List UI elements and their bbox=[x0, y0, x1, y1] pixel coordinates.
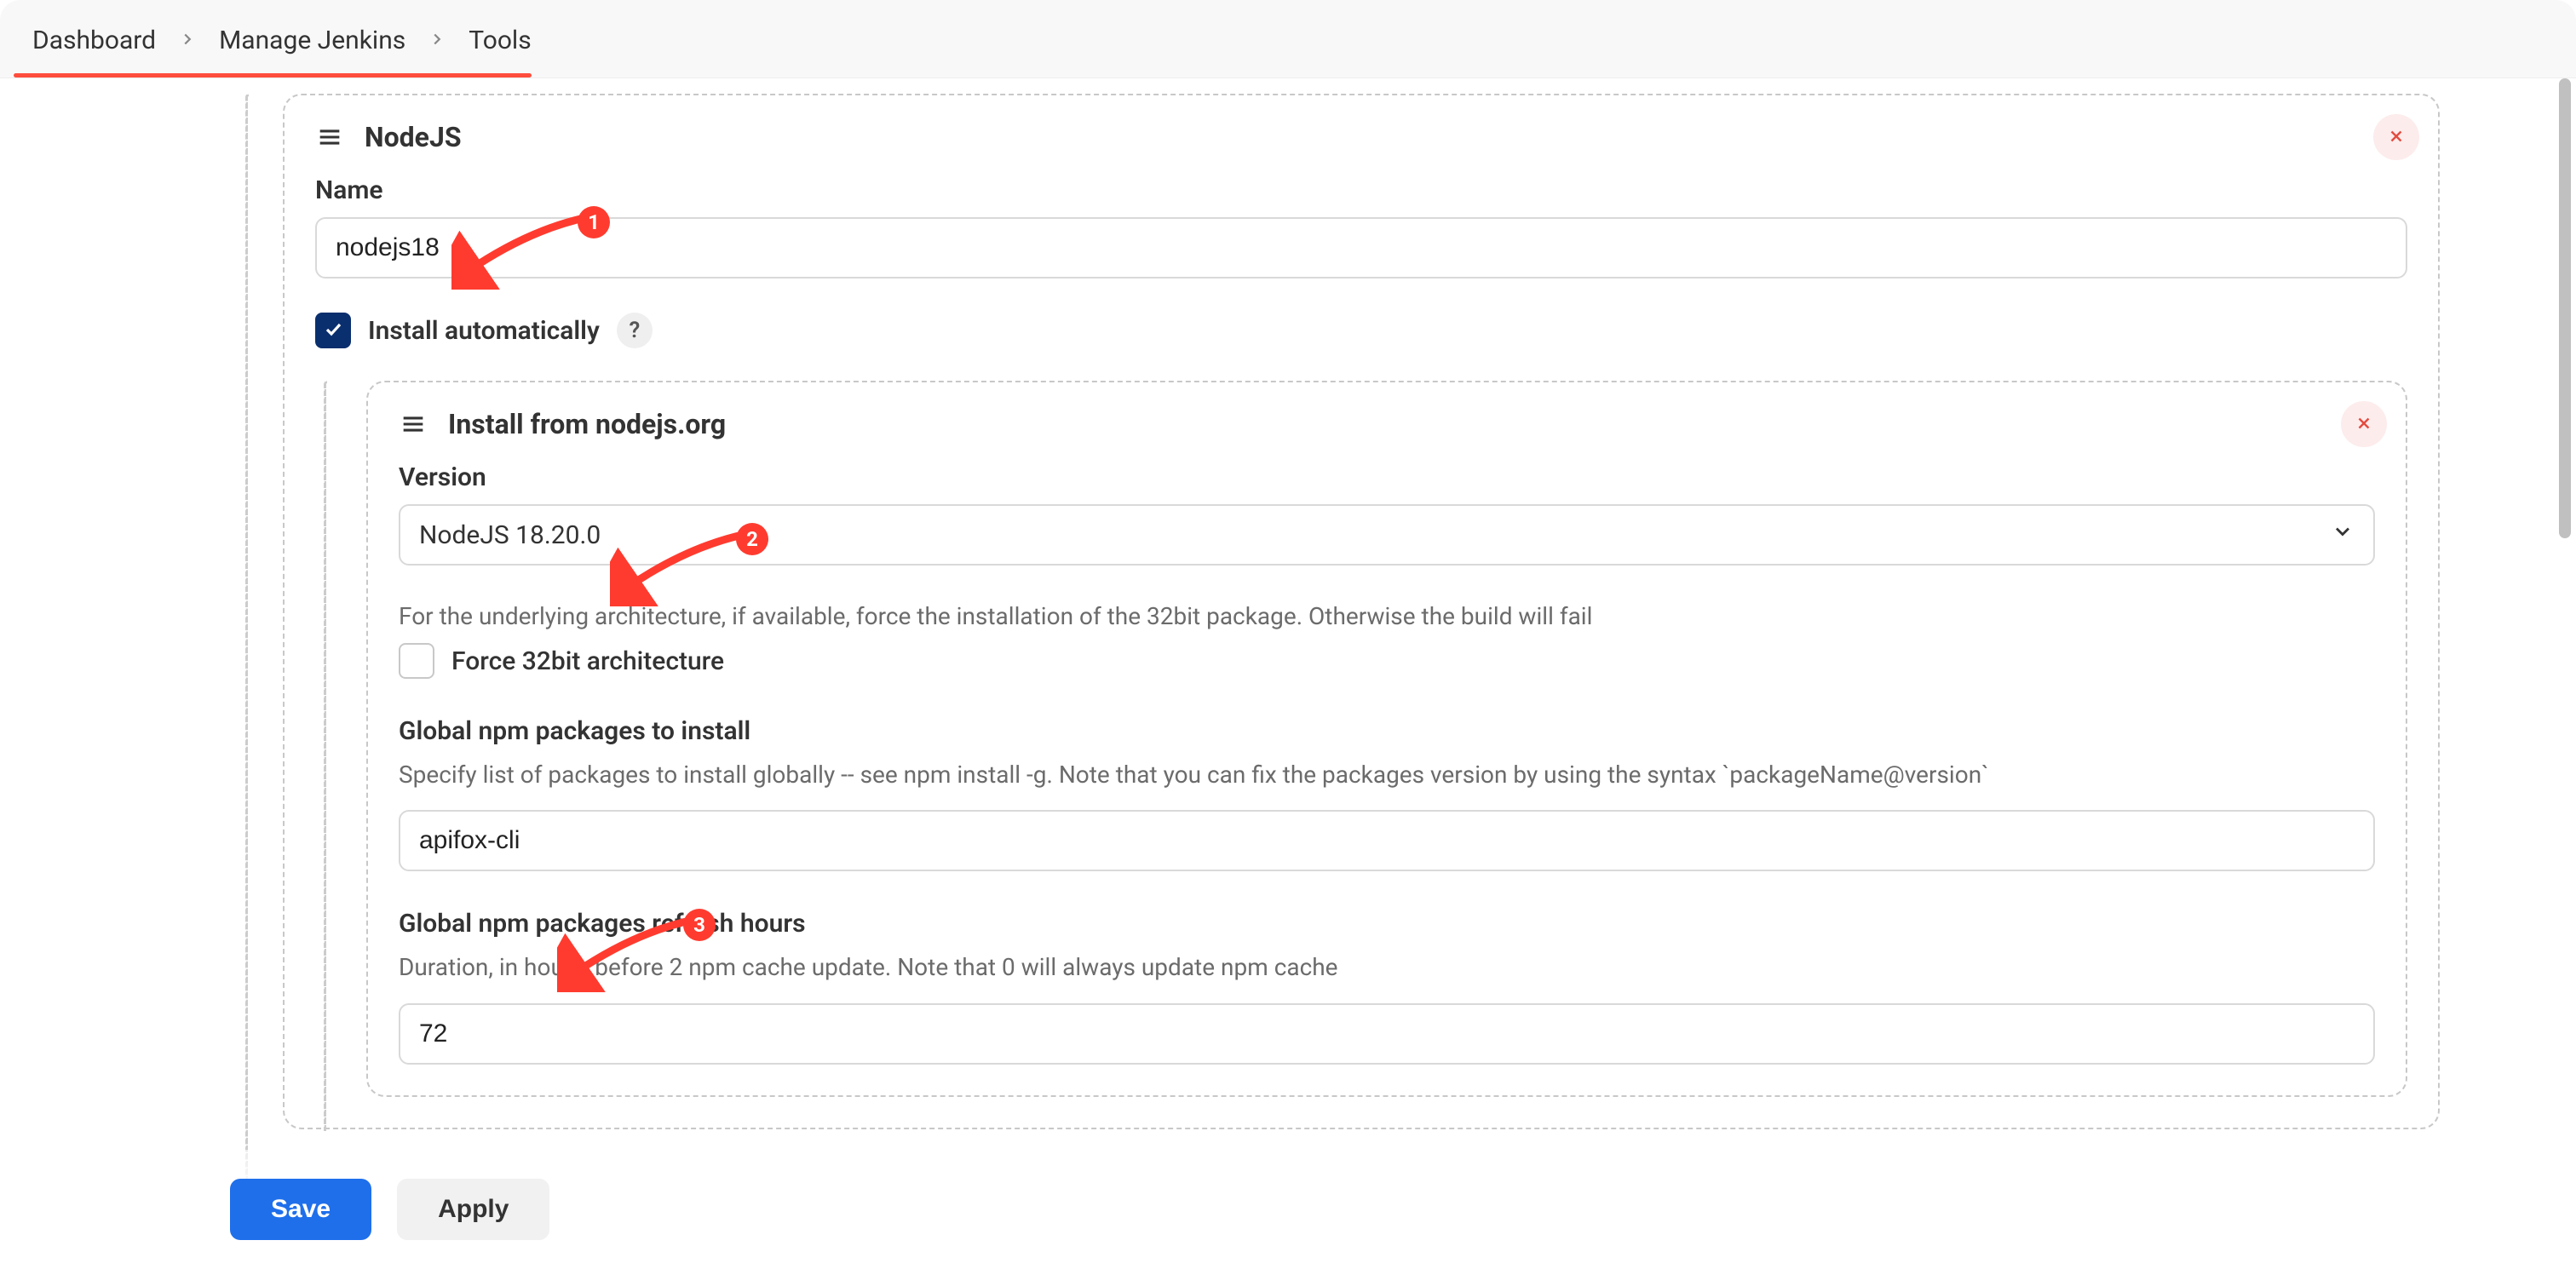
global-packages-label: Global npm packages to install bbox=[399, 716, 2375, 746]
global-packages-input[interactable] bbox=[399, 810, 2375, 871]
close-icon bbox=[2355, 411, 2373, 439]
force32-label: Force 32bit architecture bbox=[451, 646, 724, 676]
remove-nodejs-button[interactable] bbox=[2373, 114, 2419, 160]
force32-help-text: For the underlying architecture, if avai… bbox=[399, 600, 2375, 633]
vertical-scrollbar[interactable] bbox=[2559, 78, 2571, 538]
global-packages-help: Specify list of packages to install glob… bbox=[399, 758, 2375, 791]
save-button[interactable]: Save bbox=[230, 1179, 371, 1240]
breadcrumb-active-underline bbox=[14, 73, 532, 78]
refresh-hours-label: Global npm packages refresh hours bbox=[399, 909, 2375, 939]
name-input[interactable] bbox=[315, 217, 2407, 278]
refresh-hours-help: Duration, in hours, before 2 npm cache u… bbox=[399, 950, 2375, 984]
remove-installer-button[interactable] bbox=[2341, 401, 2387, 447]
check-icon bbox=[323, 317, 343, 345]
main-content: NodeJS Name Install automatically ? bbox=[249, 94, 2440, 1184]
force32-row: Force 32bit architecture bbox=[399, 643, 2375, 679]
card-header: NodeJS bbox=[315, 121, 2407, 153]
force32-checkbox[interactable] bbox=[399, 643, 434, 679]
version-select[interactable]: NodeJS 18.20.0 bbox=[399, 504, 2375, 566]
install-auto-help-button[interactable]: ? bbox=[617, 313, 653, 348]
breadcrumb-tools[interactable]: Tools bbox=[453, 0, 546, 78]
version-label: Version bbox=[399, 462, 2375, 492]
install-auto-label: Install automatically bbox=[368, 316, 600, 346]
installer-card: Install from nodejs.org Version NodeJS 1… bbox=[366, 381, 2407, 1097]
footer-actions: Save Apply bbox=[0, 1150, 2576, 1269]
breadcrumb: Dashboard Manage Jenkins Tools bbox=[0, 0, 2576, 78]
chevron-right-icon bbox=[428, 30, 446, 49]
nodejs-install-card: NodeJS Name Install automatically ? bbox=[283, 94, 2440, 1129]
install-auto-checkbox[interactable] bbox=[315, 313, 351, 348]
drag-handle-icon[interactable] bbox=[315, 123, 344, 152]
refresh-hours-group: Global npm packages refresh hours Durati… bbox=[399, 909, 2375, 1064]
inner-left-rail bbox=[324, 381, 327, 1131]
outer-left-rail bbox=[245, 94, 249, 1218]
close-icon bbox=[2387, 123, 2406, 152]
name-field-group: Name bbox=[315, 175, 2407, 278]
drag-handle-icon[interactable] bbox=[399, 410, 428, 439]
installer-header: Install from nodejs.org bbox=[399, 408, 2375, 440]
version-selected-value: NodeJS 18.20.0 bbox=[419, 520, 601, 550]
global-packages-group: Global npm packages to install Specify l… bbox=[399, 716, 2375, 871]
refresh-hours-input[interactable] bbox=[399, 1003, 2375, 1065]
installer-title: Install from nodejs.org bbox=[448, 408, 726, 440]
card-title: NodeJS bbox=[365, 121, 462, 153]
breadcrumb-dashboard[interactable]: Dashboard bbox=[17, 0, 171, 78]
version-group: Version NodeJS 18.20.0 bbox=[399, 462, 2375, 566]
chevron-right-icon bbox=[178, 30, 197, 49]
install-auto-row: Install automatically ? bbox=[315, 313, 2407, 348]
breadcrumb-manage-jenkins[interactable]: Manage Jenkins bbox=[204, 0, 421, 78]
apply-button[interactable]: Apply bbox=[397, 1179, 549, 1240]
chevron-down-icon bbox=[2331, 520, 2355, 550]
name-label: Name bbox=[315, 175, 2407, 205]
app-root: Dashboard Manage Jenkins Tools NodeJS bbox=[0, 0, 2576, 1269]
installer-wrap: Install from nodejs.org Version NodeJS 1… bbox=[315, 381, 2407, 1097]
